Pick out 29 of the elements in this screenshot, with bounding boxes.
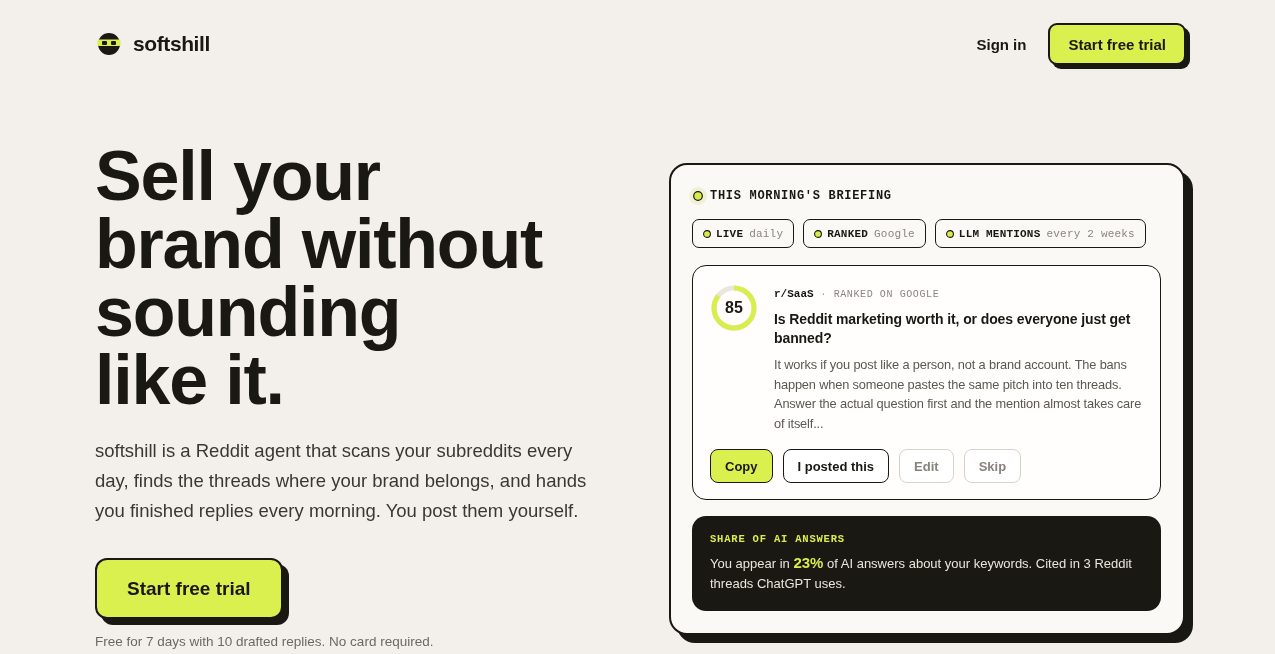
tag-value: Google	[874, 227, 915, 240]
meta-separator: ·	[820, 288, 827, 302]
thread-title: Is Reddit marketing worth it, or does everyone just get banned?	[774, 310, 1132, 348]
share-label: SHARE OF AI ANSWERS	[710, 532, 846, 546]
reply-excerpt: It works if you post like a person, not a brand account. The bans happen when someone pastes the same pitch into ten threads. Answer the actual question first and the mention almost takes care of itself...	[774, 356, 1143, 433]
tag-value: daily	[749, 227, 784, 240]
hero-description: softshill is a Reddit agent that scans your subreddits every day, finds the threads where your brand belongs, and hands you finished replies every morning. You post them yourself.	[95, 439, 588, 523]
score-value: 85	[725, 299, 743, 317]
status-dot-icon	[814, 229, 823, 238]
status-dot-icon	[703, 229, 711, 238]
trial-note: Free for 7 days with 10 drafted replies. No card required.	[95, 633, 434, 651]
briefing-title: THIS MORNING'S BRIEFING	[710, 188, 892, 204]
sunglasses-logo-icon	[97, 33, 121, 55]
share-text: You appear in 23% of AI answers about your keywords. Cited in 3 Reddit threads ChatGPT uses.	[710, 553, 1133, 593]
tag-value: every 2 weeks	[1046, 227, 1135, 240]
reply-action-button[interactable]: Edit	[899, 449, 954, 483]
sign-in-link[interactable]: Sign in	[976, 35, 1027, 53]
brand-name: softshill	[133, 32, 210, 56]
reply-action-button[interactable]: Skip	[963, 449, 1022, 483]
status-dot-icon	[945, 229, 954, 238]
tag-label: RANKED	[827, 227, 869, 240]
reply-action-button[interactable]: Copy	[710, 449, 773, 483]
tag-label: LLM MENTIONS	[958, 227, 1041, 240]
hero-headline: Sell your brand without sounding like it.	[95, 142, 543, 414]
status-dot-icon	[689, 187, 707, 205]
tag-label: LIVE	[716, 227, 744, 240]
subreddit-name: r/SaaS	[774, 287, 814, 302]
thread-status: RANKED ON GOOGLE	[833, 288, 940, 302]
reply-action-button[interactable]: I posted this	[782, 449, 890, 483]
